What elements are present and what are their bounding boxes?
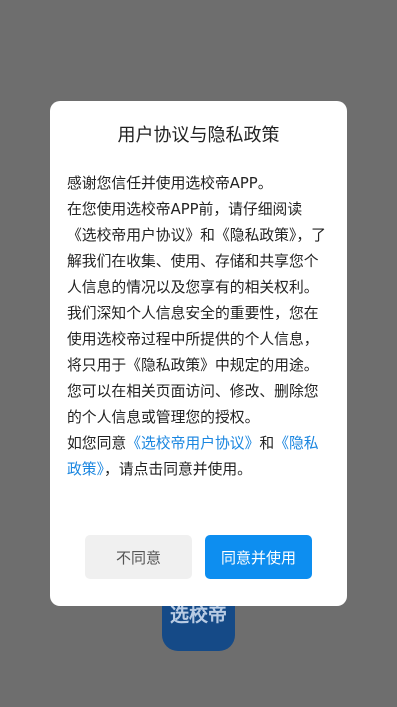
user-agreement-dialog: 用户协议与隐私政策 感谢您信任并使用选校帝APP。 在您使用选校帝APP前，请仔… <box>50 101 347 606</box>
dialog-paragraph-consent: 如您同意《选校帝用户协议》和《隐私政策》，请点击同意并使用。 <box>67 431 331 483</box>
user-agreement-link[interactable]: 《选校帝用户协议》 <box>126 435 259 452</box>
consent-and: 和 <box>259 435 275 452</box>
consent-suffix: ，请点击同意并使用。 <box>104 461 252 478</box>
dialog-body: 感谢您信任并使用选校帝APP。 在您使用选校帝APP前，请仔细阅读《选校帝用户协… <box>67 171 331 483</box>
dialog-paragraph-thanks: 感谢您信任并使用选校帝APP。 <box>67 175 273 192</box>
dialog-title: 用户协议与隐私政策 <box>117 125 280 146</box>
agree-and-use-button[interactable]: 同意并使用 <box>205 535 312 579</box>
dialog-paragraph-privacy-importance: 我们深知个人信息安全的重要性，您在使用选校帝过程中所提供的个人信息，将只用于《隐… <box>67 305 319 426</box>
dialog-paragraph-read-notice: 在您使用选校帝APP前，请仔细阅读《选校帝用户协议》和《隐私政策》，了解我们在收… <box>67 201 326 296</box>
consent-prefix: 如您同意 <box>67 435 127 452</box>
disagree-button[interactable]: 不同意 <box>85 535 192 579</box>
